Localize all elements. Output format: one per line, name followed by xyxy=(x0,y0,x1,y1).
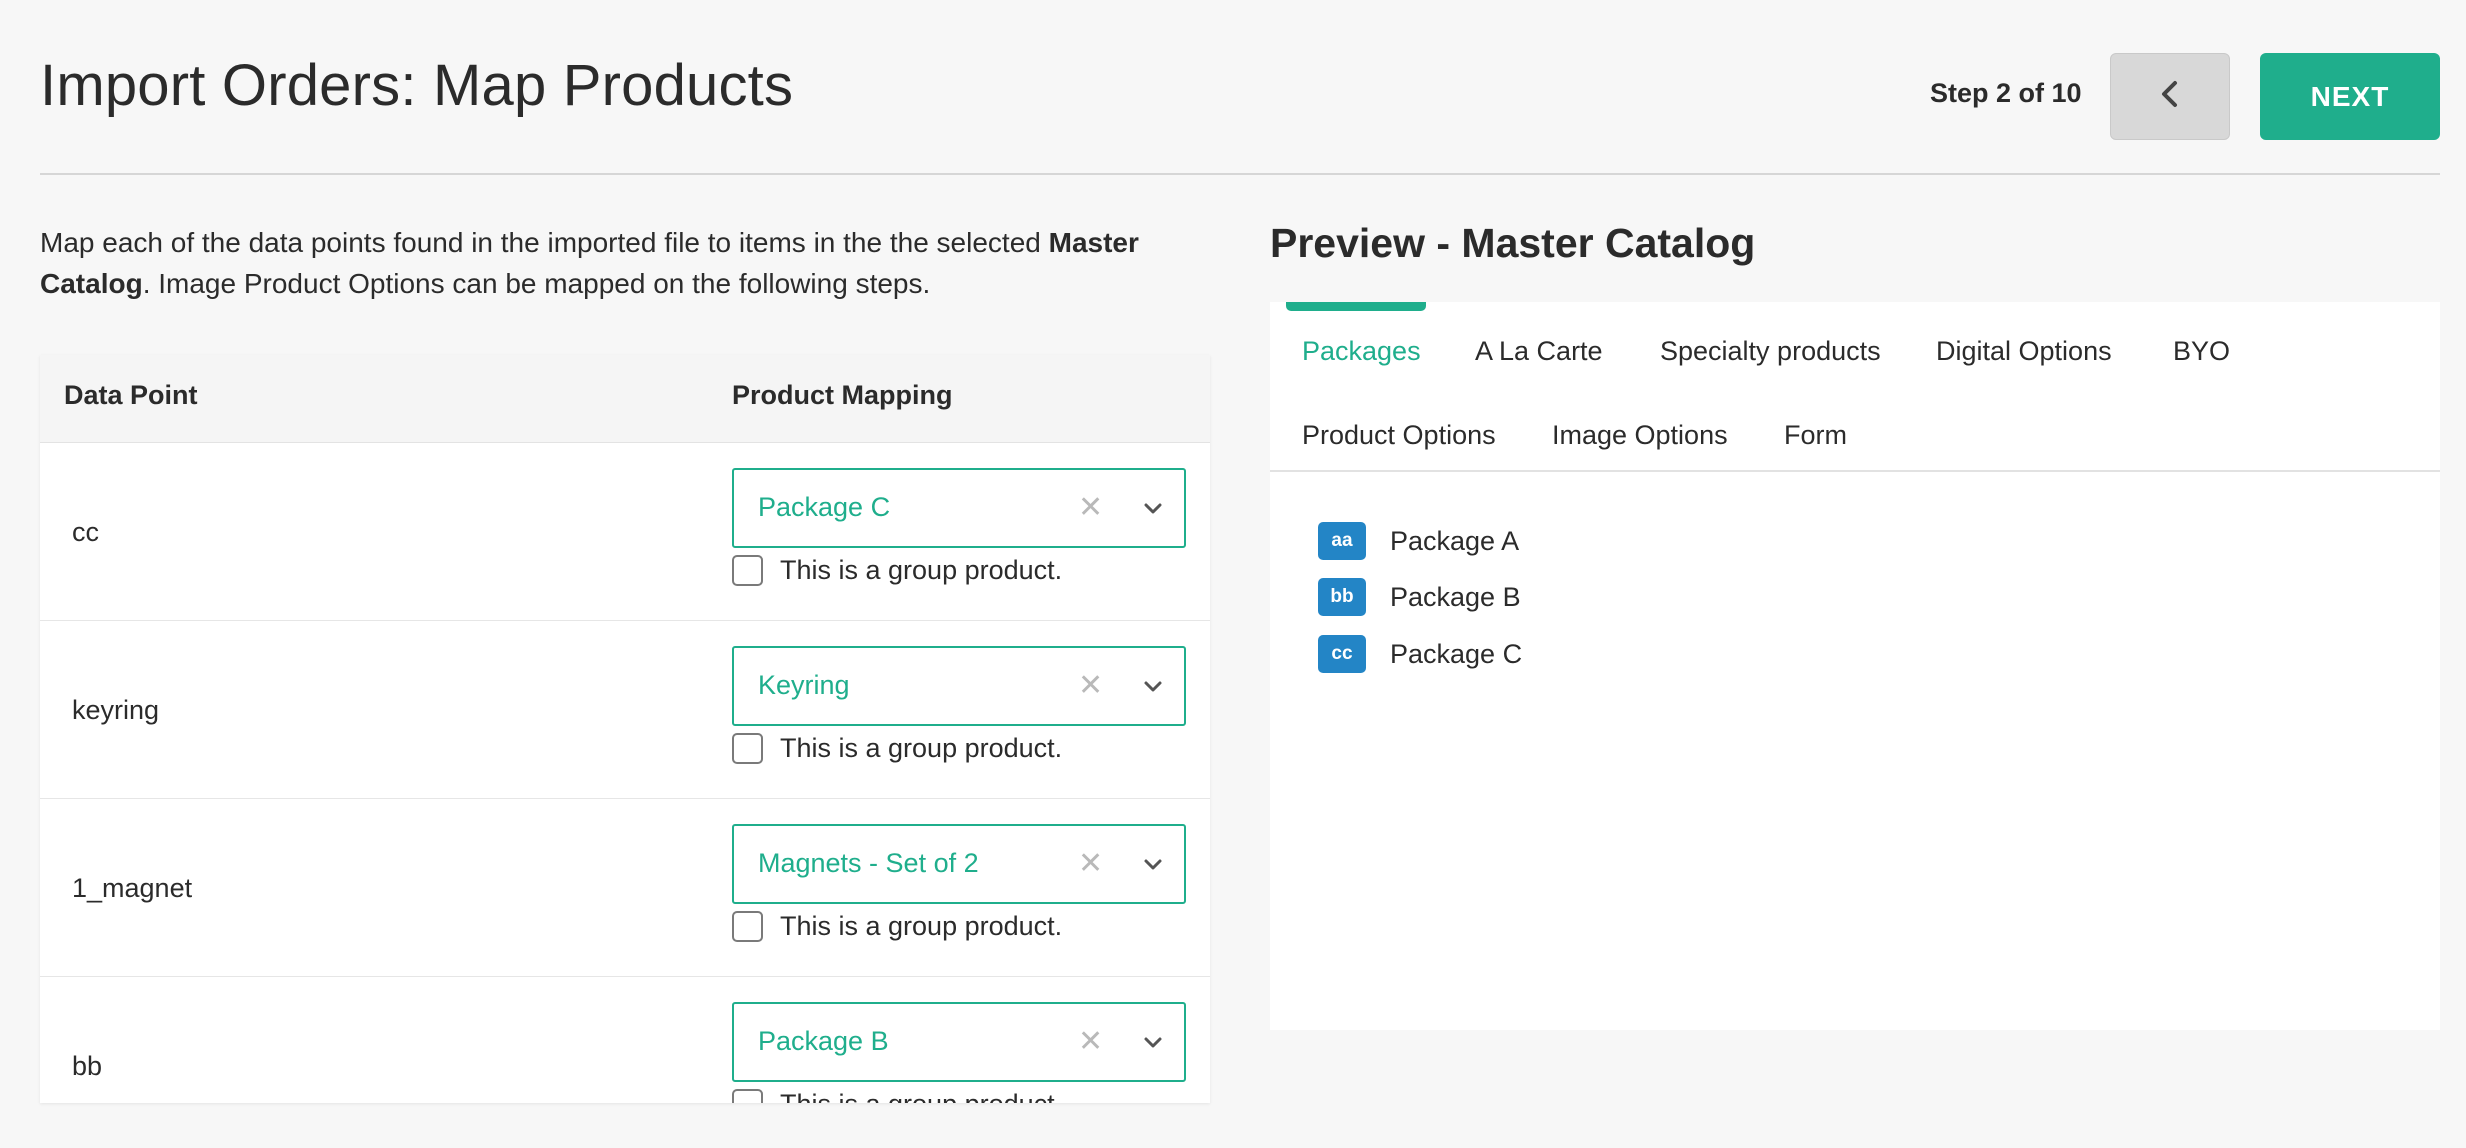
group-product-checkbox[interactable] xyxy=(732,733,763,764)
catalog-item-name: Package C xyxy=(1390,638,1523,669)
page-header: Import Orders: Map Products Step 2 of 10… xyxy=(40,0,2440,175)
group-product-option: This is a group product. xyxy=(732,555,1062,586)
data-point-label: cc xyxy=(72,517,99,547)
selected-product: Keyring xyxy=(758,670,850,700)
clear-icon[interactable]: ✕ xyxy=(1078,490,1103,525)
chevron-down-icon[interactable] xyxy=(1138,850,1168,880)
group-product-label: This is a group product. xyxy=(780,911,1063,941)
table-header: Data Point Product Mapping xyxy=(40,355,1210,443)
product-code-badge: aa xyxy=(1318,522,1366,560)
catalog-item-name: Package A xyxy=(1390,525,1520,556)
mapping-table: Data Point Product Mapping cc Package C … xyxy=(40,355,1210,1103)
product-mapping-select[interactable]: Magnets - Set of 2 ✕ xyxy=(732,824,1186,904)
data-point-label: bb xyxy=(72,1051,103,1081)
clear-icon[interactable]: ✕ xyxy=(1078,668,1103,703)
tab-form[interactable]: Form xyxy=(1784,420,1847,451)
tab-specialty-products[interactable]: Specialty products xyxy=(1660,336,1881,367)
instructions-text-start: Map each of the data points found in the… xyxy=(40,227,1049,258)
next-button[interactable]: NEXT xyxy=(2260,53,2440,140)
clear-icon[interactable]: ✕ xyxy=(1078,1024,1103,1059)
tab-digital-options[interactable]: Digital Options xyxy=(1936,336,2112,367)
group-product-label: This is a group product. xyxy=(780,733,1063,763)
tabs-divider xyxy=(1270,470,2440,472)
chevron-down-icon[interactable] xyxy=(1138,1028,1168,1058)
instructions-text-end: . Image Product Options can be mapped on… xyxy=(142,268,931,299)
group-product-option: This is a group product. xyxy=(732,1089,1062,1103)
chevron-down-icon[interactable] xyxy=(1138,494,1168,524)
selected-product: Package B xyxy=(758,1026,889,1056)
catalog-item: cc Package C xyxy=(1318,635,1522,673)
tab-product-options[interactable]: Product Options xyxy=(1302,420,1496,451)
tab-a-la-carte[interactable]: A La Carte xyxy=(1475,336,1603,367)
step-indicator: Step 2 of 10 xyxy=(1930,78,2082,108)
group-product-option: This is a group product. xyxy=(732,911,1062,942)
group-product-label: This is a group product. xyxy=(780,1089,1062,1103)
table-row: keyring Keyring ✕ This is a group produc… xyxy=(40,621,1210,799)
chevron-down-icon[interactable] xyxy=(1138,672,1168,702)
table-row: cc Package C ✕ This is a group product. xyxy=(40,443,1210,621)
instructions-text: Map each of the data points found in the… xyxy=(40,222,1200,304)
table-row: bb Package B ✕ This is a group product. xyxy=(40,977,1210,1103)
product-code-badge: bb xyxy=(1318,578,1366,616)
selected-product: Magnets - Set of 2 xyxy=(758,848,979,878)
back-button[interactable] xyxy=(2110,53,2230,140)
tab-byo[interactable]: BYO xyxy=(2173,336,2230,367)
preview-title: Preview - Master Catalog xyxy=(1270,220,1756,266)
table-row: 1_magnet Magnets - Set of 2 ✕ This is a … xyxy=(40,799,1210,977)
group-product-checkbox[interactable] xyxy=(732,911,763,942)
catalog-item-name: Package B xyxy=(1390,581,1521,612)
group-product-checkbox[interactable] xyxy=(732,555,763,586)
tab-packages[interactable]: Packages xyxy=(1302,336,1421,367)
catalog-item: aa Package A xyxy=(1318,522,1519,560)
product-mapping-select[interactable]: Package B ✕ xyxy=(732,1002,1186,1082)
clear-icon[interactable]: ✕ xyxy=(1078,846,1103,881)
catalog-item: bb Package B xyxy=(1318,578,1521,616)
column-header-product-mapping: Product Mapping xyxy=(732,380,953,410)
product-mapping-select[interactable]: Package C ✕ xyxy=(732,468,1186,548)
group-product-checkbox[interactable] xyxy=(732,1089,763,1103)
column-header-data-point: Data Point xyxy=(64,380,198,410)
chevron-left-icon xyxy=(2159,79,2181,114)
product-code-badge: cc xyxy=(1318,635,1366,673)
preview-panel: Packages A La Carte Specialty products D… xyxy=(1270,302,2440,1030)
page-title: Import Orders: Map Products xyxy=(40,53,794,118)
group-product-option: This is a group product. xyxy=(732,733,1062,764)
data-point-label: keyring xyxy=(72,695,160,725)
product-mapping-select[interactable]: Keyring ✕ xyxy=(732,646,1186,726)
group-product-label: This is a group product. xyxy=(780,555,1063,585)
active-tab-indicator xyxy=(1286,302,1426,311)
tab-image-options[interactable]: Image Options xyxy=(1552,420,1728,451)
data-point-label: 1_magnet xyxy=(72,873,193,903)
selected-product: Package C xyxy=(758,492,891,522)
